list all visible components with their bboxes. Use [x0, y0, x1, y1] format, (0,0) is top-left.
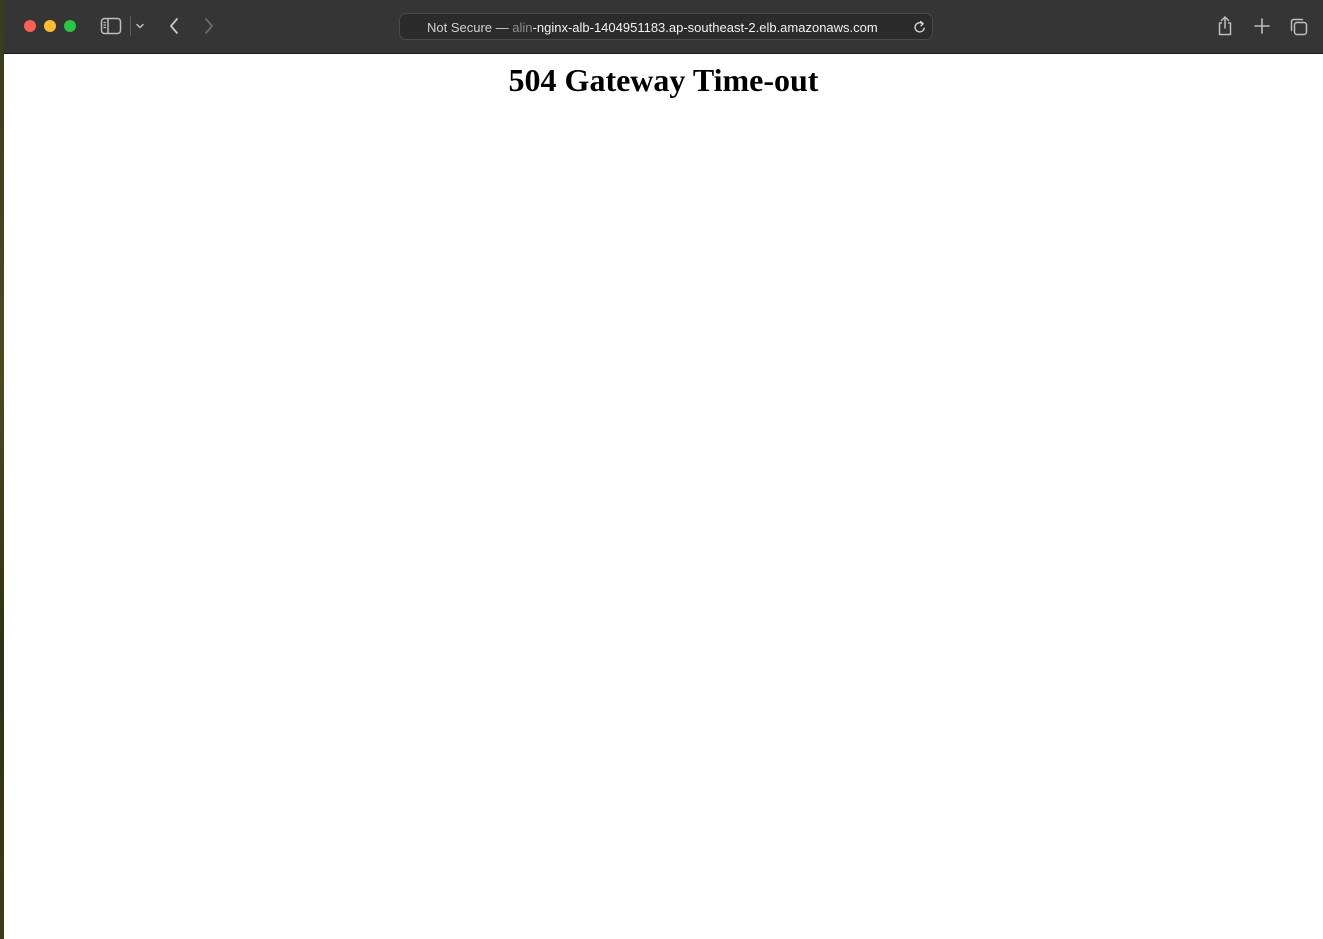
browser-toolbar: Not Secure — alin-nginx-alb-1404951183.a… — [4, 0, 1323, 54]
share-icon[interactable] — [1216, 15, 1234, 37]
chevron-down-icon[interactable] — [135, 20, 145, 32]
sidebar-icon[interactable] — [100, 17, 122, 35]
page-content: 504 Gateway Time-out — [4, 54, 1323, 939]
security-warning-text: Not Secure — — [427, 20, 509, 35]
close-window-button[interactable] — [24, 20, 36, 32]
chevron-right-icon[interactable] — [200, 16, 218, 36]
tabs-icon[interactable] — [1289, 17, 1309, 37]
url-host-text: -nginx-alb-1404951183.ap-southeast-2.elb… — [532, 20, 878, 35]
address-text: Not Secure — alin-nginx-alb-1404951183.a… — [427, 20, 878, 35]
page-title: 504 Gateway Time-out — [508, 62, 819, 98]
chevron-left-icon[interactable] — [165, 16, 183, 36]
plus-icon[interactable] — [1253, 17, 1271, 35]
browser-window: Not Secure — alin-nginx-alb-1404951183.a… — [4, 0, 1323, 939]
address-bar[interactable]: Not Secure — alin-nginx-alb-1404951183.a… — [399, 13, 933, 40]
url-faded-text: alin — [512, 20, 533, 35]
maximize-window-button[interactable] — [64, 20, 76, 32]
toolbar-divider — [130, 16, 131, 36]
minimize-window-button[interactable] — [44, 20, 56, 32]
reload-icon[interactable] — [913, 19, 927, 35]
